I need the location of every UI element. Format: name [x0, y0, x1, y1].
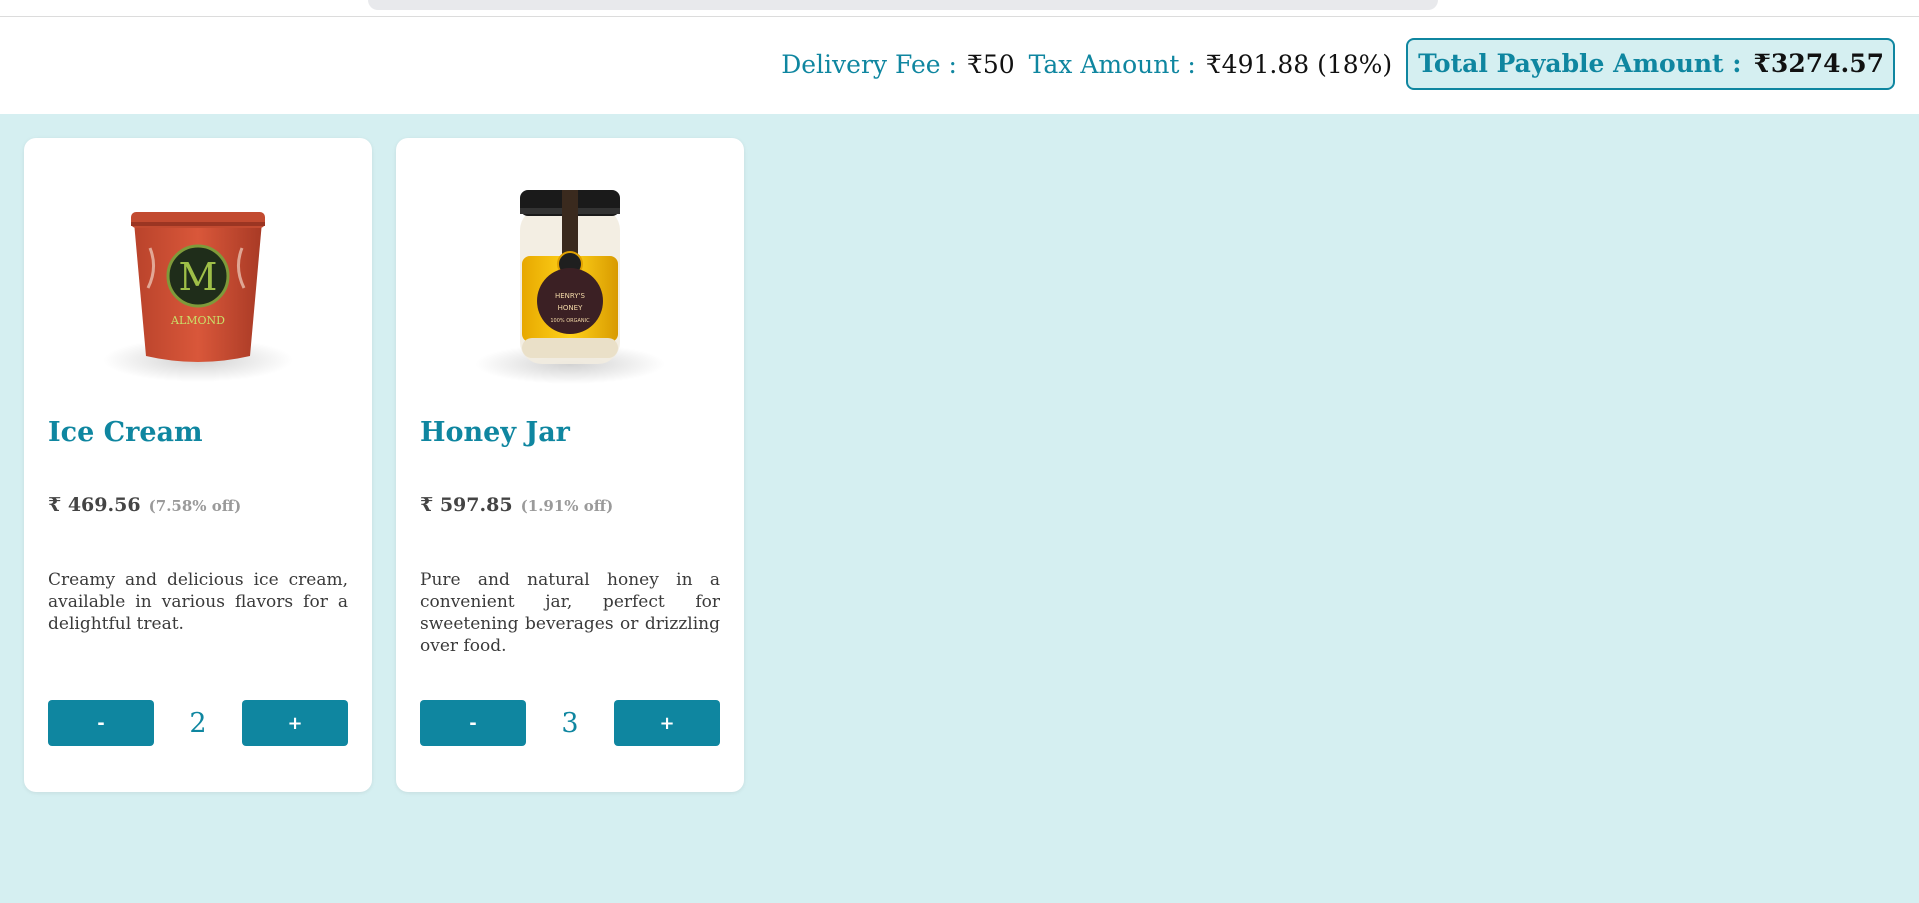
price-row: ₹ 597.85 (1.91% off) — [420, 494, 613, 516]
increase-quantity-button[interactable]: + — [242, 700, 348, 746]
product-title: Ice Cream — [48, 417, 203, 448]
delivery-fee-label: Delivery Fee : — [781, 49, 957, 79]
search-bar-edge[interactable] — [368, 0, 1438, 10]
svg-text:HONEY: HONEY — [558, 304, 583, 312]
total-payable-value: ₹3274.57 — [1753, 49, 1884, 78]
product-description: Pure and natural honey in a convenient j… — [420, 570, 720, 656]
decrease-quantity-button[interactable]: - — [48, 700, 154, 746]
product-discount: (1.91% off) — [520, 497, 614, 515]
svg-text:M: M — [179, 255, 218, 299]
price-row: ₹ 469.56 (7.58% off) — [48, 494, 241, 516]
product-title: Honey Jar — [420, 417, 570, 448]
svg-text:ALMOND: ALMOND — [170, 314, 225, 327]
tax-amount-label: Tax Amount : — [1028, 49, 1196, 79]
decrease-quantity-button[interactable]: - — [420, 700, 526, 746]
product-list: M ALMOND Ice Cream ₹ 469.56 (7.58% off) … — [24, 138, 744, 792]
quantity-stepper: - 2 + — [48, 700, 348, 746]
quantity-value: 3 — [561, 707, 579, 739]
honey-jar-icon: HENRY'S HONEY 100% ORGANIC — [475, 190, 665, 384]
tax-amount-value: ₹491.88 (18%) — [1205, 49, 1393, 79]
svg-text:100% ORGANIC: 100% ORGANIC — [550, 318, 590, 324]
increase-quantity-button[interactable]: + — [614, 700, 720, 746]
svg-text:HENRY'S: HENRY'S — [555, 292, 586, 300]
top-strip — [0, 0, 1919, 17]
total-payable-box: Total Payable Amount : ₹3274.57 — [1406, 38, 1895, 90]
ice-cream-tub-icon: M ALMOND — [103, 212, 293, 382]
product-description: Creamy and delicious ice cream, availabl… — [48, 570, 348, 634]
order-summary-header: Delivery Fee : ₹50 Tax Amount : ₹491.88 … — [0, 17, 1919, 114]
product-price: ₹ 469.56 — [48, 494, 141, 516]
product-price: ₹ 597.85 — [420, 494, 513, 516]
product-discount: (7.58% off) — [148, 497, 242, 515]
quantity-stepper: - 3 + — [420, 700, 720, 746]
order-summary: Delivery Fee : ₹50 Tax Amount : ₹491.88 … — [781, 38, 1895, 90]
quantity-value: 2 — [189, 707, 207, 739]
product-card: HENRY'S HONEY 100% ORGANIC Honey Jar ₹ 5… — [396, 138, 744, 792]
product-card: M ALMOND Ice Cream ₹ 469.56 (7.58% off) … — [24, 138, 372, 792]
delivery-fee-value: ₹50 — [966, 49, 1015, 79]
total-payable-label: Total Payable Amount : — [1418, 49, 1742, 78]
